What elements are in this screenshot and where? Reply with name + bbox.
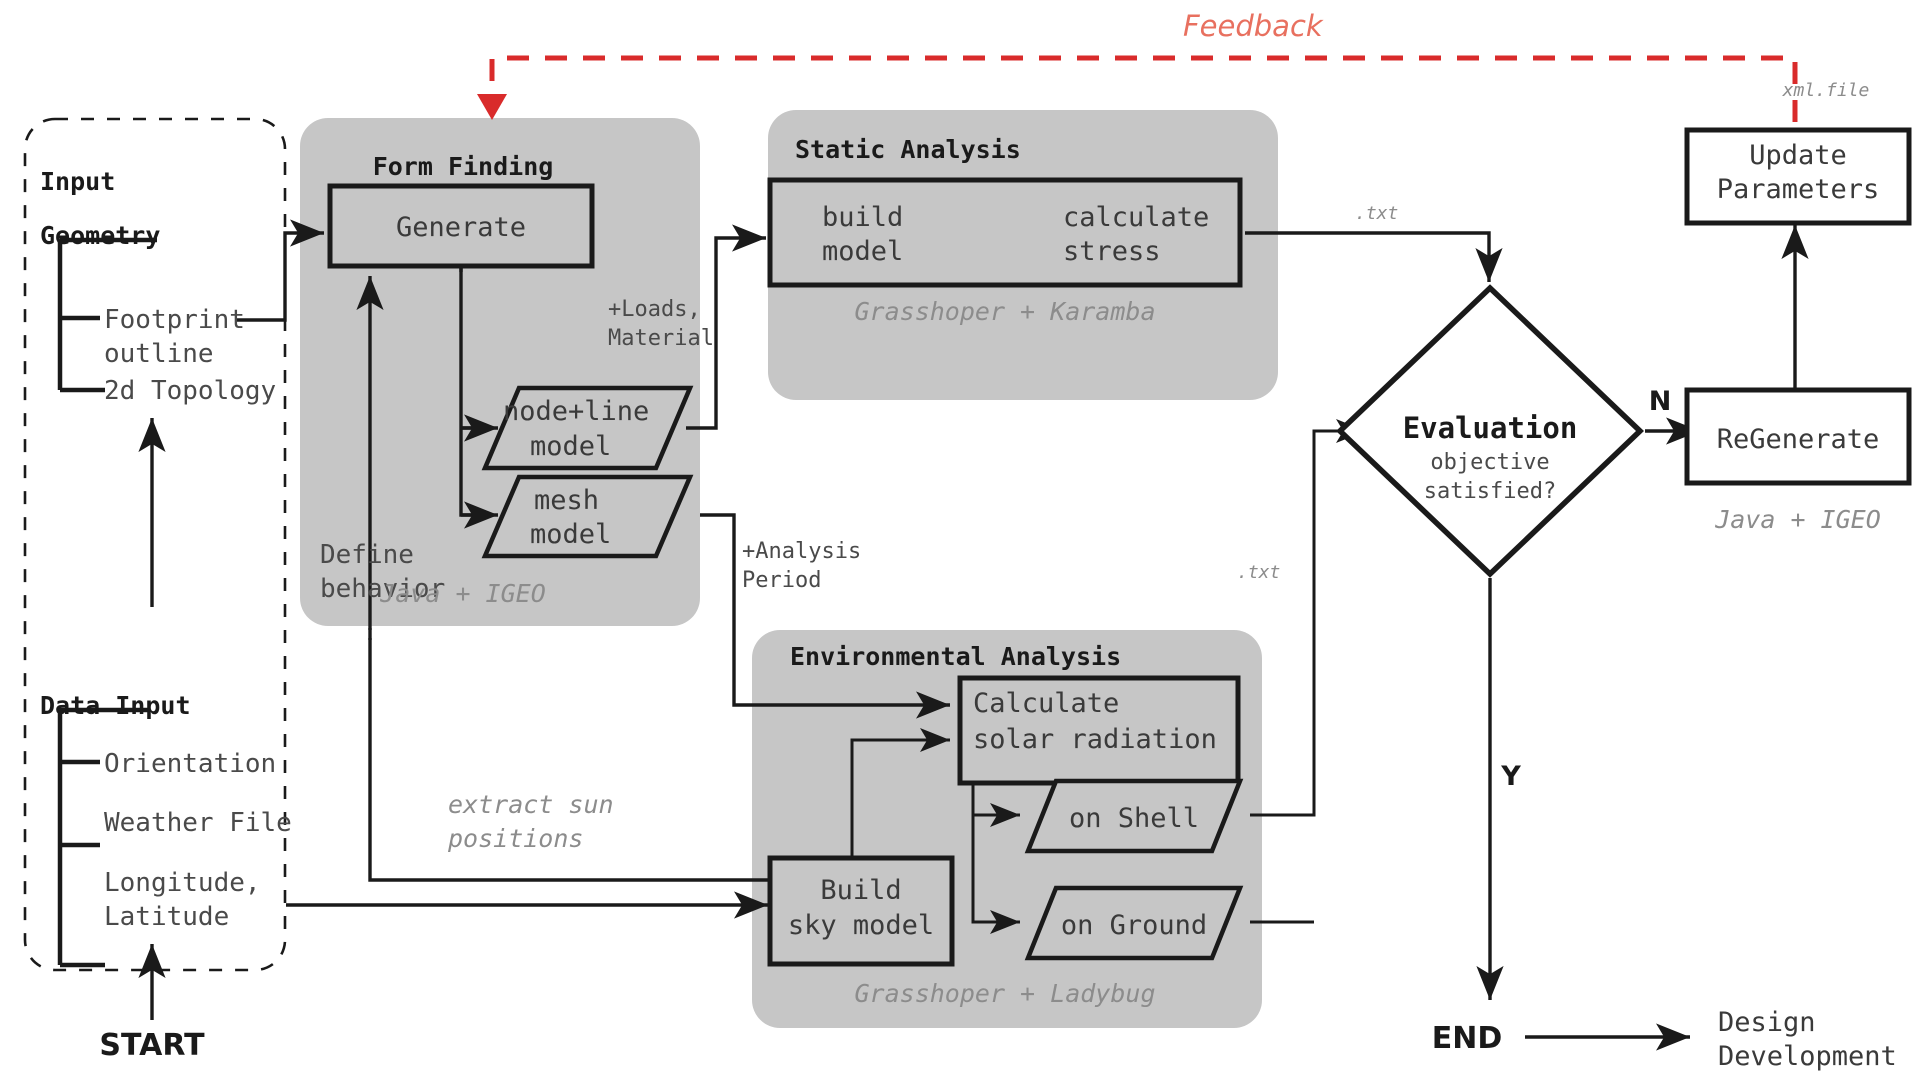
- loads-material-note-line2: Material: [608, 326, 714, 351]
- environmental-output-txt-note: .txt: [1237, 562, 1280, 583]
- regenerate-label: ReGenerate: [1717, 424, 1880, 455]
- define-behavior-line1: Define: [320, 540, 414, 570]
- static-step-build-line1: build: [822, 202, 903, 233]
- design-development-line2: Development: [1718, 1041, 1897, 1072]
- evaluation-branch-yes-label: Y: [1500, 761, 1521, 792]
- update-parameters-line2: Parameters: [1717, 174, 1880, 205]
- data-input-item-longlat-line1: Longitude,: [104, 868, 261, 898]
- form-finding-tool: Java + IGEO: [379, 579, 546, 608]
- regenerate-tool: Java + IGEO: [1714, 505, 1881, 534]
- static-step-calculate-line1: calculate: [1063, 202, 1209, 233]
- nodeline-model-label-line2: model: [530, 431, 611, 462]
- loads-material-note-line1: +Loads,: [608, 297, 701, 322]
- text-layer: Feedback xml.file Input Geometry Footpri…: [40, 9, 1897, 1072]
- input-panel-title: Input: [40, 167, 115, 196]
- static-output-txt-note: .txt: [1355, 203, 1398, 224]
- extract-sun-note-line1: extract sun: [448, 790, 614, 819]
- evaluation-subtitle-line2: satisfied?: [1424, 479, 1556, 504]
- geometry-item-topology: 2d Topology: [104, 376, 276, 406]
- data-input-heading: Data Input: [40, 691, 191, 720]
- mesh-model-label-line1: mesh: [534, 485, 599, 516]
- analysis-period-note-line2: Period: [742, 568, 821, 593]
- design-development-line1: Design: [1718, 1007, 1816, 1038]
- on-shell-label: on Shell: [1069, 803, 1199, 834]
- generate-label: Generate: [396, 212, 526, 243]
- feedback-label: Feedback: [1183, 9, 1324, 43]
- environmental-analysis-title: Environmental Analysis: [790, 642, 1121, 671]
- calculate-solar-line2: solar radiation: [973, 724, 1217, 755]
- xml-file-note: xml.file: [1782, 80, 1870, 101]
- start-label: START: [99, 1028, 205, 1063]
- calculate-solar-line1: Calculate: [973, 688, 1119, 719]
- data-input-item-orientation: Orientation: [104, 749, 276, 779]
- static-step-calculate-line2: stress: [1063, 236, 1161, 267]
- static-analysis-title: Static Analysis: [795, 135, 1021, 164]
- form-finding-title: Form Finding: [373, 152, 554, 181]
- geometry-item-footprint-line1: Footprint: [104, 305, 245, 335]
- mesh-model-label-line2: model: [530, 519, 611, 550]
- static-analysis-tool: Grasshoper + Karamba: [854, 297, 1155, 326]
- update-parameters-line1: Update: [1749, 140, 1847, 171]
- static-step-build-line2: model: [822, 236, 903, 267]
- environmental-analysis-tool: Grasshoper + Ladybug: [854, 979, 1155, 1008]
- evaluation-subtitle-line1: objective: [1430, 450, 1549, 475]
- end-label: END: [1432, 1021, 1503, 1056]
- build-sky-model-line1: Build: [820, 875, 901, 906]
- extract-sun-note-line2: positions: [447, 824, 583, 853]
- data-input-item-weather-file: Weather File: [104, 808, 292, 838]
- nodeline-model-label-line1: node+line: [503, 396, 649, 427]
- flowchart-canvas: Feedback xml.file Input Geometry Footpri…: [0, 0, 1920, 1077]
- geometry-item-footprint-line2: outline: [104, 339, 214, 369]
- evaluation-branch-no-label: N: [1649, 386, 1672, 417]
- analysis-period-note-line1: +Analysis: [742, 539, 861, 564]
- evaluation-title: Evaluation: [1403, 411, 1578, 445]
- data-input-item-longlat-line2: Latitude: [104, 902, 229, 932]
- on-ground-label: on Ground: [1061, 910, 1207, 941]
- geometry-heading: Geometry: [40, 221, 160, 250]
- build-sky-model-line2: sky model: [788, 910, 934, 941]
